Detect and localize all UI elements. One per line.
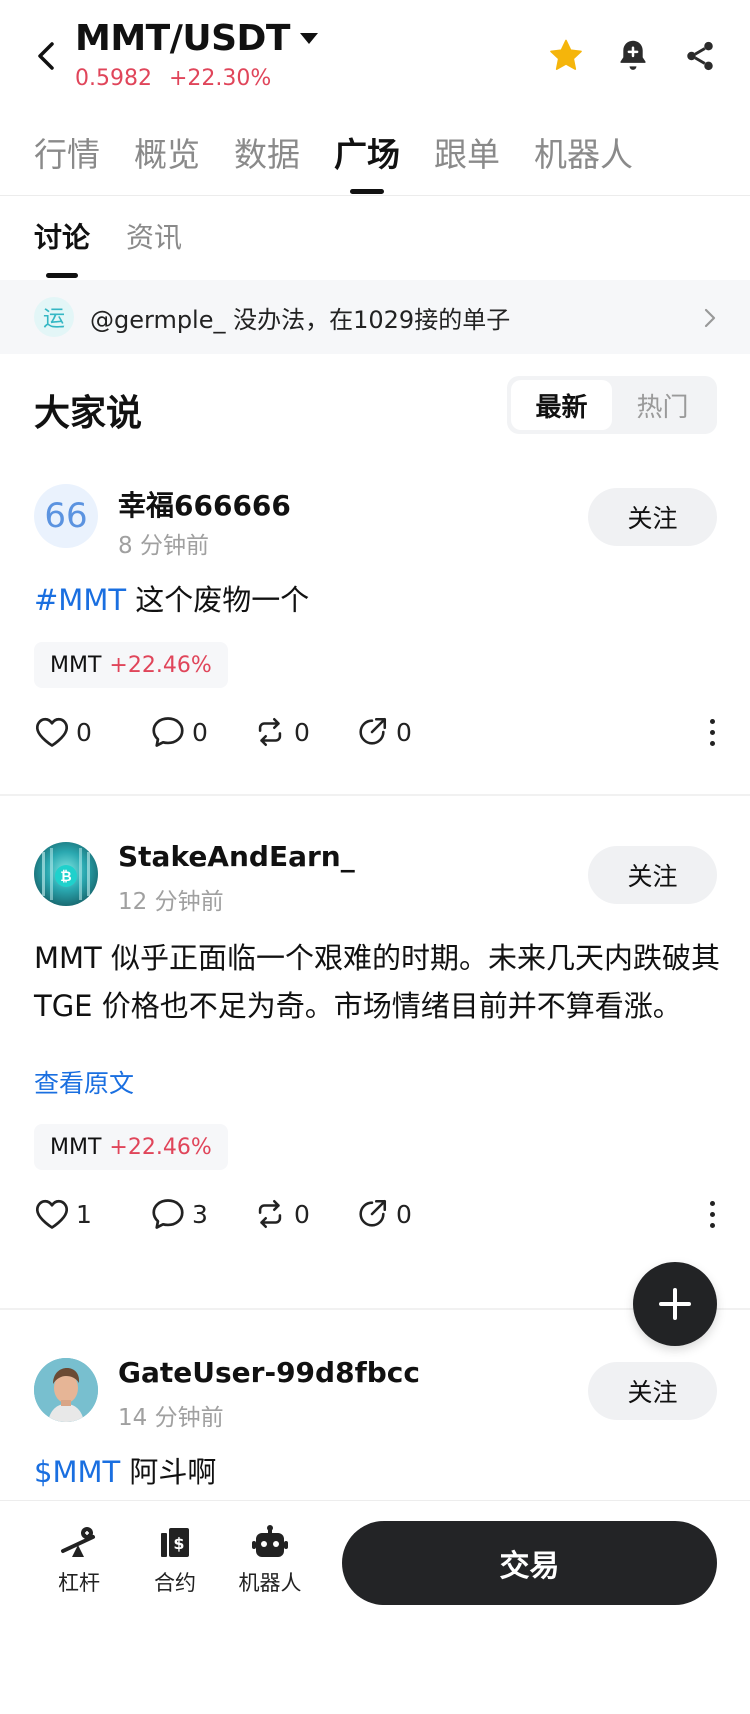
header: MMT/USDT 0.5982 +22.30%: [0, 0, 750, 110]
sort-hot[interactable]: 热门: [612, 380, 713, 430]
post-time: 8 分钟前: [118, 533, 209, 559]
last-price: 0.5982: [75, 66, 152, 91]
username[interactable]: GateUser-99d8fbcc: [118, 1356, 420, 1389]
repost-button[interactable]: 0: [252, 1194, 310, 1234]
tab-square[interactable]: 广场: [334, 128, 400, 196]
username[interactable]: StakeAndEarn_: [118, 840, 355, 873]
avatar[interactable]: 66: [34, 484, 98, 548]
avatar[interactable]: ₿: [34, 842, 98, 906]
repost-button[interactable]: 0: [252, 712, 310, 752]
token-chip[interactable]: MMT +22.46%: [34, 1124, 228, 1170]
follow-button[interactable]: 关注: [588, 1362, 717, 1420]
trade-button[interactable]: 交易: [342, 1521, 717, 1605]
divider: [0, 794, 750, 796]
post-actions: 1 3 0 0: [34, 1194, 724, 1234]
heart-icon: [35, 1199, 69, 1229]
sort-toggle: 最新 热门: [507, 376, 717, 434]
tab-copy-trading[interactable]: 跟单: [434, 128, 500, 196]
follow-button[interactable]: 关注: [588, 488, 717, 546]
token-change: +22.46%: [109, 652, 212, 678]
main-tabs: 行情 概览 数据 广场 跟单 机器人: [0, 128, 750, 196]
post-content[interactable]: #MMT 这个废物一个: [34, 576, 724, 624]
token-chip[interactable]: MMT +22.46%: [34, 642, 228, 688]
share-icon[interactable]: [678, 34, 722, 78]
back-arrow-icon[interactable]: [30, 36, 62, 76]
token-symbol: MMT: [50, 1134, 102, 1160]
avatar[interactable]: [34, 1358, 98, 1422]
bottom-futures-button[interactable]: $ 合约: [135, 1525, 215, 1597]
create-post-button[interactable]: [633, 1262, 717, 1346]
plus-icon: [659, 1288, 691, 1320]
share-arrow-icon: [359, 1199, 387, 1227]
pair-selector[interactable]: MMT/USDT: [75, 18, 318, 59]
token-change: +22.46%: [109, 1134, 212, 1160]
post-content[interactable]: MMT 似乎正面临一个艰难的时期。未来几天内跌破其 TGE 价格也不足为奇。市场…: [34, 934, 724, 1030]
leverage-icon: [61, 1527, 95, 1557]
chevron-right-icon: [704, 308, 716, 332]
tab-overview[interactable]: 概览: [134, 128, 200, 196]
comment-count: 0: [192, 717, 208, 747]
like-button[interactable]: 0: [34, 712, 92, 752]
comment-button[interactable]: 0: [150, 712, 208, 752]
repost-count: 0: [294, 1199, 310, 1229]
like-button[interactable]: 1: [34, 1194, 92, 1234]
svg-text:₿: ₿: [60, 869, 71, 885]
comment-icon: [152, 1199, 184, 1229]
like-count: 0: [76, 717, 92, 747]
tab-bots[interactable]: 机器人: [534, 128, 633, 196]
repost-icon: [258, 1199, 282, 1229]
subtab-discussion[interactable]: 讨论: [34, 216, 90, 278]
tab-data[interactable]: 数据: [234, 128, 300, 196]
tab-market[interactable]: 行情: [34, 128, 100, 196]
follow-button[interactable]: 关注: [588, 846, 717, 904]
more-icon[interactable]: [700, 1194, 724, 1234]
post-card: GateUser-99d8fbcc 14 分钟前 关注 $MMT 阿斗啊: [0, 1356, 750, 1500]
sub-tabs: 讨论 资讯: [0, 198, 750, 278]
more-icon[interactable]: [700, 712, 724, 752]
announcement-text: @germple_ 没办法，在1029接的单子: [90, 305, 511, 334]
repost-icon: [258, 717, 282, 747]
price-line: 0.5982 +22.30%: [75, 66, 271, 91]
subtab-news[interactable]: 资讯: [126, 216, 182, 278]
contract-icon: $: [161, 1528, 189, 1557]
bell-plus-icon[interactable]: [611, 34, 655, 78]
post-content[interactable]: $MMT 阿斗啊: [34, 1448, 724, 1496]
username[interactable]: 幸福666666: [118, 484, 291, 524]
hashtag-link[interactable]: #MMT: [34, 583, 126, 617]
post-time: 14 分钟前: [118, 1405, 224, 1431]
share-post-button[interactable]: 0: [354, 1194, 412, 1234]
announcement-bar[interactable]: 运 @germple_ 没办法，在1029接的单子: [0, 280, 750, 354]
post-actions: 0 0 0 0: [34, 712, 724, 752]
share-arrow-icon: [359, 717, 387, 745]
like-count: 1: [76, 1199, 92, 1229]
share-count: 0: [396, 717, 412, 747]
robot-icon: [252, 1525, 288, 1557]
caret-down-icon: [299, 33, 318, 44]
active-tab-indicator: [350, 189, 384, 194]
post-card: 66 幸福666666 8 分钟前 关注 #MMT 这个废物一个 MMT +22…: [0, 484, 750, 794]
comment-icon: [152, 717, 184, 747]
repost-count: 0: [294, 717, 310, 747]
star-icon[interactable]: [544, 34, 588, 78]
cashtag-link[interactable]: $MMT: [34, 1455, 120, 1489]
announcement-badge: 运: [34, 297, 74, 337]
comment-button[interactable]: 3: [150, 1194, 208, 1234]
post-card: ₿ StakeAndEarn_ 12 分钟前 关注 MMT 似乎正面临一个艰难的…: [0, 840, 750, 1310]
comment-count: 3: [192, 1199, 208, 1229]
active-subtab-indicator: [46, 273, 78, 278]
bottom-bar: 杠杆 $ 合约 机器人 交易: [0, 1500, 750, 1714]
heart-icon: [35, 717, 69, 747]
svg-text:$: $: [173, 1534, 184, 1553]
share-count: 0: [396, 1199, 412, 1229]
price-change: +22.30%: [168, 66, 272, 91]
bottom-margin-button[interactable]: 杠杆: [39, 1525, 119, 1597]
bottom-bot-button[interactable]: 机器人: [230, 1525, 310, 1597]
feed-title: 大家说: [34, 393, 143, 434]
pair-name: MMT/USDT: [75, 18, 290, 59]
view-original-link[interactable]: 查看原文: [34, 1064, 134, 1100]
post-time: 12 分钟前: [118, 889, 224, 915]
token-symbol: MMT: [50, 652, 102, 678]
sort-latest[interactable]: 最新: [511, 380, 612, 430]
share-post-button[interactable]: 0: [354, 712, 412, 752]
